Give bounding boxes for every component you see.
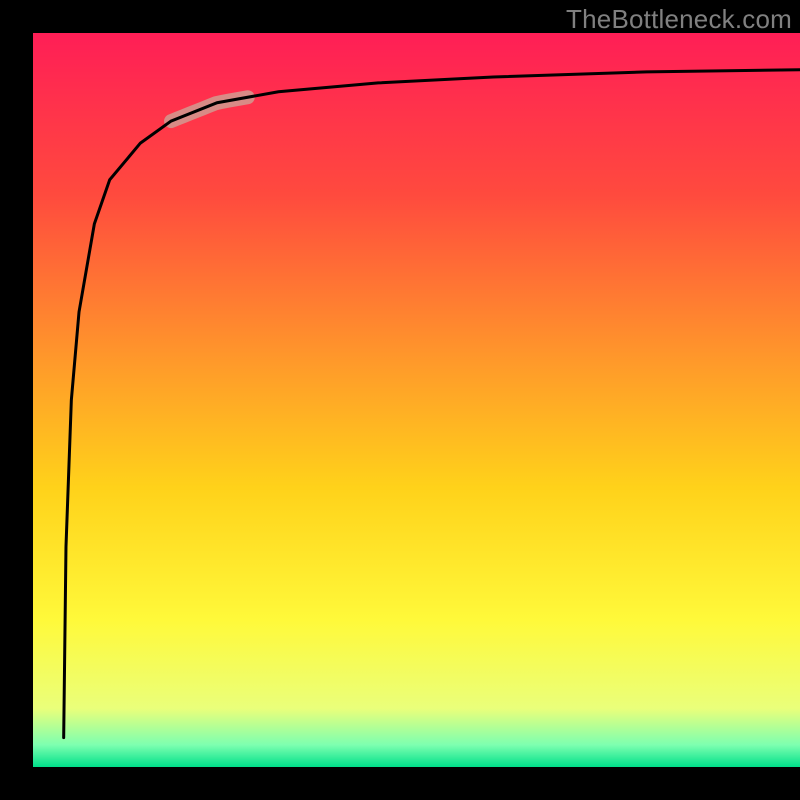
chart-container: TheBottleneck.com: [0, 0, 800, 800]
chart-svg: [0, 0, 800, 800]
attribution-label: TheBottleneck.com: [566, 4, 792, 35]
plot-background-gradient: [33, 33, 800, 767]
